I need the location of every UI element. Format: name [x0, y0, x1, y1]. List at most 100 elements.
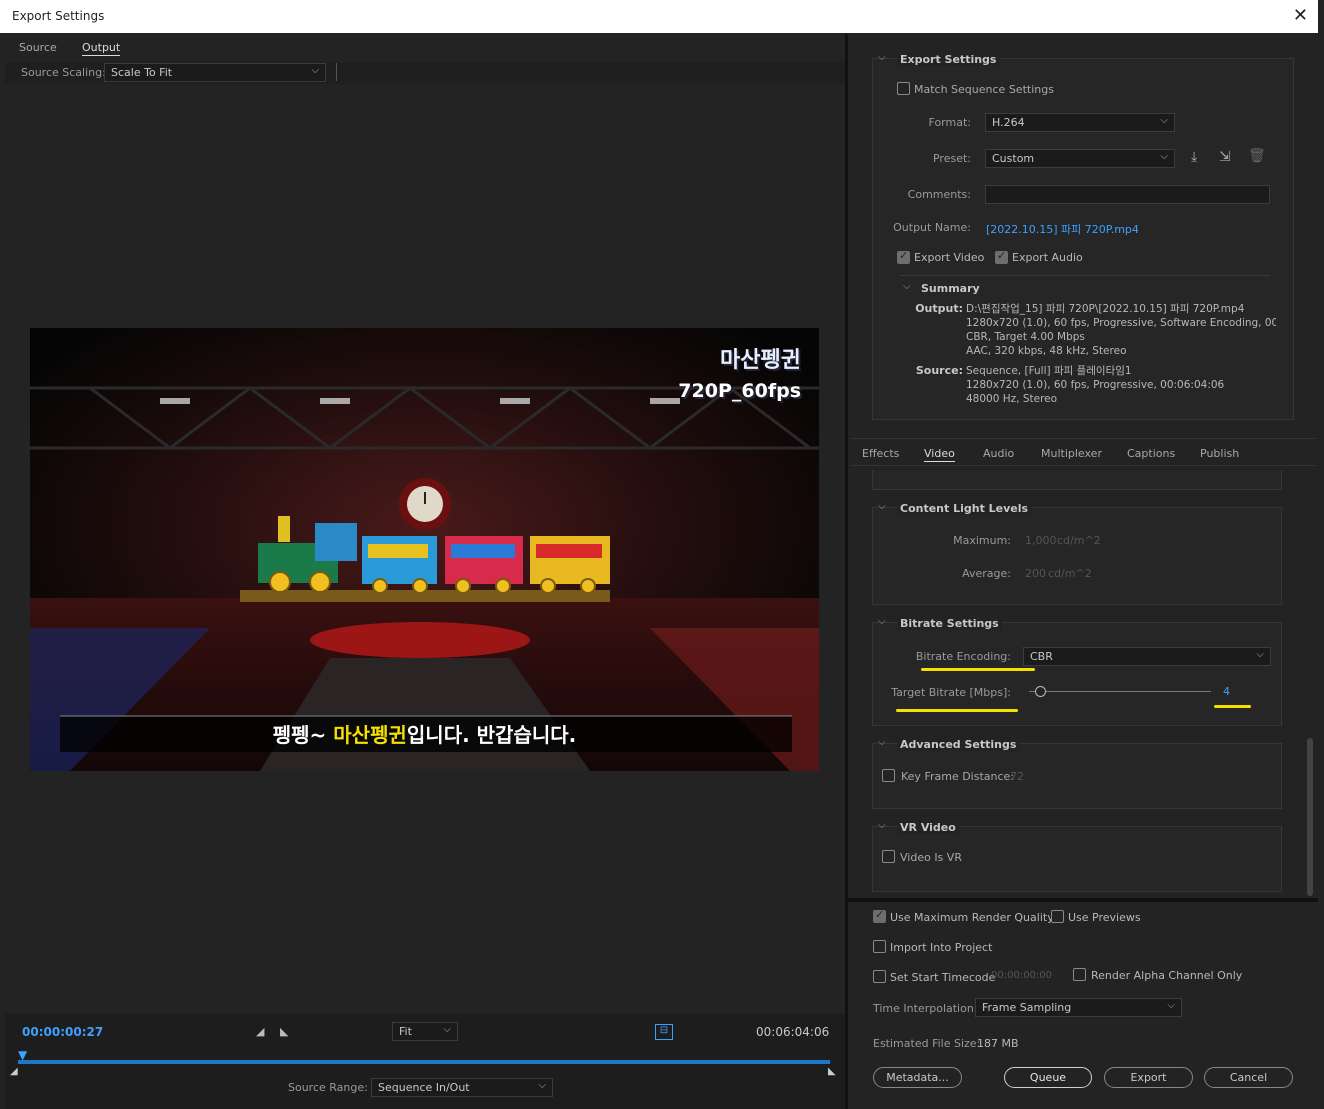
slider-handle[interactable] — [1034, 686, 1046, 697]
queue-button[interactable]: Queue — [1004, 1067, 1092, 1088]
start-timecode-checkbox[interactable] — [873, 970, 886, 983]
alpha-only-checkbox[interactable] — [1073, 968, 1086, 981]
chevron-down-icon: ⌵ — [538, 1080, 546, 1091]
tab-publish[interactable]: Publish — [1200, 447, 1239, 460]
import-project-checkbox[interactable] — [873, 940, 886, 953]
metadata-button[interactable]: Metadata... — [873, 1067, 962, 1088]
video-preview: 마산펭귄 720P_60fps 펭펭~ 마산펭귄입니다. 반갑습니다. — [30, 328, 819, 771]
highlight-underline — [896, 709, 1018, 712]
delete-preset-icon[interactable]: 🗑 — [1248, 148, 1266, 164]
subtitle-part2: 입니다. 반갑습니다. — [406, 723, 577, 747]
summary-source-line: Sequence, [Full] 파피 플레이타임1 — [966, 365, 1132, 377]
export-button[interactable]: Export — [1104, 1067, 1193, 1088]
zoom-dropdown[interactable]: Fit ⌵ — [392, 1022, 458, 1041]
keyframe-checkbox[interactable] — [882, 769, 895, 782]
bitrate-encoding-value: CBR — [1030, 650, 1053, 663]
highlight-underline — [1214, 705, 1251, 708]
export-video-checkbox[interactable] — [897, 249, 910, 264]
in-point-icon[interactable]: ◢ — [10, 1066, 18, 1077]
vr-checkbox[interactable] — [882, 850, 895, 863]
start-timecode-value[interactable]: 00:00:00:00 — [991, 970, 1052, 981]
comments-label: Comments: — [907, 188, 971, 201]
summary-output-label: Output: — [915, 302, 963, 315]
time-interp-dropdown[interactable]: Frame Sampling ⌵ — [975, 998, 1182, 1017]
import-preset-icon[interactable]: ⇲ — [1219, 149, 1231, 165]
tab-effects[interactable]: Effects — [862, 447, 899, 460]
start-timecode-label: Set Start Timecode — [890, 971, 996, 984]
format-value: H.264 — [992, 116, 1025, 129]
max-value[interactable]: 1,000 — [1025, 534, 1057, 547]
bitrate-encoding-dropdown[interactable]: CBR ⌵ — [1023, 647, 1271, 666]
tab-captions[interactable]: Captions — [1127, 447, 1175, 460]
summary-heading: Summary — [921, 282, 980, 295]
summary-output-line: AAC, 320 kbps, 48 kHz, Stereo — [966, 345, 1127, 357]
mark-in-icon[interactable]: ◢ — [256, 1025, 264, 1038]
tab-source[interactable]: Source — [19, 41, 57, 54]
target-bitrate-value[interactable]: 4 — [1223, 685, 1230, 698]
content-light-section — [872, 507, 1282, 605]
vr-heading: VR Video — [897, 821, 959, 834]
bitrate-encoding-label: Bitrate Encoding: — [915, 650, 1011, 663]
watermark: 마산펭귄 720P_60fps — [678, 346, 801, 406]
chevron-down-icon[interactable]: ⌵ — [903, 281, 911, 292]
chevron-down-icon[interactable]: ⌵ — [878, 616, 886, 627]
tab-output[interactable]: Output — [82, 41, 121, 56]
close-icon[interactable]: ✕ — [1293, 5, 1308, 26]
end-timecode: 00:06:04:06 — [756, 1025, 830, 1039]
use-previews-label: Use Previews — [1068, 911, 1141, 924]
playhead-icon[interactable]: ▼ — [18, 1048, 27, 1062]
keyframe-value[interactable]: 72 — [1010, 770, 1024, 783]
summary-source-line: 48000 Hz, Stereo — [966, 393, 1058, 405]
chevron-down-icon[interactable]: ⌵ — [878, 501, 886, 512]
chevron-down-icon[interactable]: ⌵ — [878, 820, 886, 831]
divider — [900, 275, 1270, 276]
cancel-button[interactable]: Cancel — [1204, 1067, 1293, 1088]
settings-tabs: Effects Video Audio Multiplexer Captions… — [850, 438, 1316, 466]
match-sequence-checkbox[interactable] — [897, 82, 910, 95]
source-range-dropdown[interactable]: Sequence In/Out ⌵ — [371, 1078, 553, 1097]
previous-section-tail — [872, 470, 1282, 490]
export-video-label: Export Video — [914, 251, 985, 264]
preset-dropdown[interactable]: Custom ⌵ — [985, 149, 1175, 168]
chevron-down-icon: ⌵ — [1167, 1000, 1175, 1011]
save-preset-icon[interactable]: ⤓ — [1191, 149, 1197, 165]
current-timecode[interactable]: 00:00:00:27 — [22, 1025, 103, 1039]
keyframe-label: Key Frame Distance: — [901, 770, 1015, 783]
chevron-down-icon[interactable]: ⌵ — [878, 737, 886, 748]
source-scaling-bar: Source Scaling: Scale To Fit ⌵ — [5, 62, 845, 84]
out-point-icon[interactable]: ◣ — [828, 1066, 836, 1077]
output-name-link[interactable]: [2022.10.15] 파피 720P.mp4 — [986, 221, 1139, 237]
export-audio-checkbox[interactable] — [995, 249, 1008, 264]
source-scaling-dropdown[interactable]: Scale To Fit ⌵ — [104, 63, 326, 82]
preset-value: Custom — [992, 152, 1035, 165]
format-dropdown[interactable]: H.264 ⌵ — [985, 113, 1175, 132]
source-range-value: Sequence In/Out — [378, 1081, 470, 1094]
use-previews-checkbox[interactable] — [1051, 910, 1064, 923]
max-label: Maximum: — [953, 534, 1011, 547]
divider — [336, 63, 337, 81]
aspect-ratio-icon[interactable]: ⊟ — [655, 1024, 673, 1040]
mark-out-icon[interactable]: ◣ — [280, 1025, 288, 1038]
divider — [848, 898, 1318, 902]
tab-multiplexer[interactable]: Multiplexer — [1041, 447, 1102, 460]
timeline-track[interactable] — [18, 1060, 830, 1064]
timeline-area: 00:00:00:27 ◢ ◣ Fit ⌵ ⊟ 00:06:04:06 ▼ ◢ … — [5, 1014, 845, 1109]
export-settings-heading: Export Settings — [897, 53, 1000, 66]
max-render-checkbox[interactable] — [873, 908, 886, 923]
source-scaling-label: Source Scaling: — [21, 66, 106, 79]
comments-input[interactable] — [985, 185, 1270, 204]
settings-scrollbar[interactable] — [1307, 738, 1313, 896]
watermark-resolution: 720P_60fps — [678, 380, 801, 402]
time-interp-label: Time Interpolation: — [873, 1002, 978, 1015]
avg-value[interactable]: 200 — [1025, 567, 1046, 580]
chevron-down-icon[interactable]: ⌵ — [878, 52, 886, 63]
tab-audio[interactable]: Audio — [983, 447, 1014, 460]
match-sequence-label: Match Sequence Settings — [914, 83, 1054, 96]
tab-video[interactable]: Video — [924, 447, 955, 462]
avg-label: Average: — [962, 567, 1011, 580]
subtitle-text: 펭펭~ 마산펭귄입니다. 반갑습니다. — [30, 719, 819, 748]
export-settings-dialog: Export Settings ✕ Source Output Source S… — [0, 0, 1324, 1109]
preset-label: Preset: — [932, 152, 971, 165]
source-range-label: Source Range: — [288, 1081, 368, 1094]
target-bitrate-slider[interactable] — [1029, 691, 1211, 692]
